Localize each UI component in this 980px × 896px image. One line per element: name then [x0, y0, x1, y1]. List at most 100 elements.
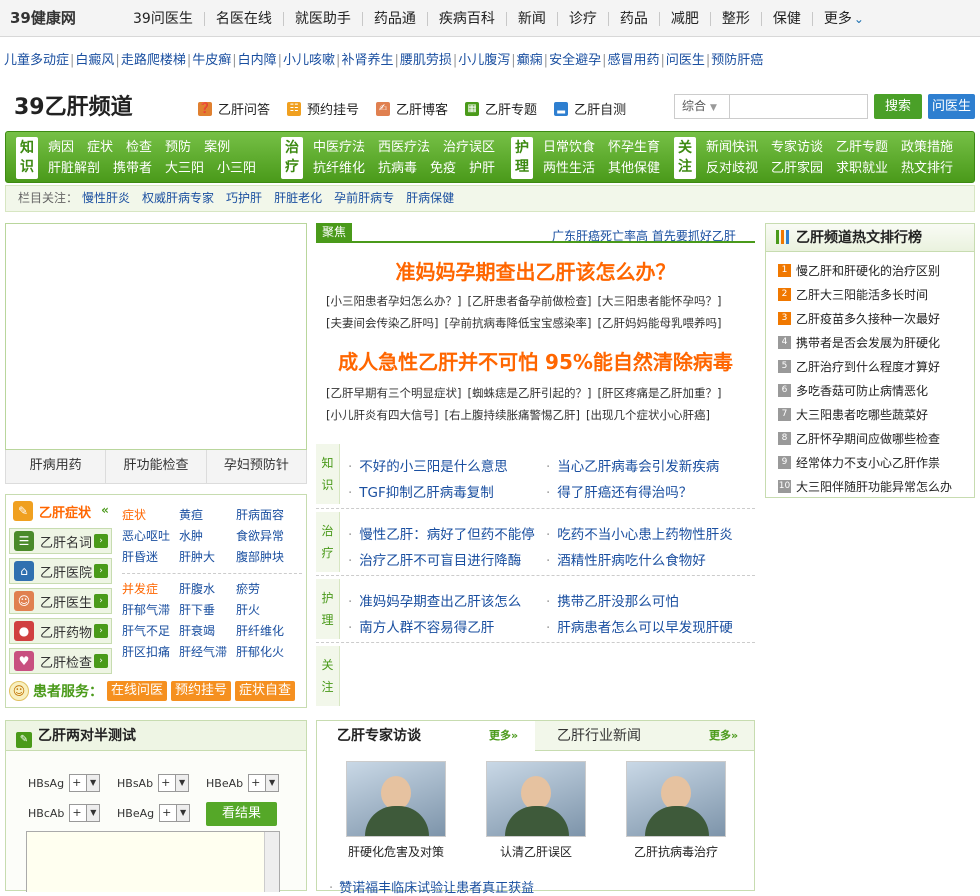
focus-link[interactable]: [右上腹持续胀痛警惕乙肝]	[445, 408, 581, 422]
focus-link[interactable]: [小儿肝炎有四大信号]	[326, 408, 439, 422]
keyword-link[interactable]: 牛皮癣	[192, 53, 231, 68]
symptom-link[interactable]: 黄疸	[179, 505, 236, 526]
expert-photo-card[interactable]: 认清乙肝误区	[485, 761, 587, 860]
symptom-link[interactable]: 肝衰竭	[179, 621, 236, 642]
nav-link[interactable]: 免疫	[430, 161, 456, 176]
test-field-select[interactable]: + ▼	[248, 774, 280, 792]
ranking-item[interactable]: 9 经常体力不支小心乙肝作祟	[778, 454, 940, 471]
focus-bar-link[interactable]: 肝病保健	[406, 191, 454, 205]
group-heading[interactable]: 症状	[122, 505, 179, 526]
keyword-link[interactable]: 感冒用药	[607, 53, 659, 68]
nav-link[interactable]: 政策措施	[901, 140, 953, 155]
topnav-item[interactable]: 减肥	[658, 11, 710, 26]
search-input[interactable]	[730, 94, 868, 119]
focus-bar-link[interactable]: 巧护肝	[226, 191, 262, 205]
nav-link[interactable]: 乙肝家园	[771, 161, 823, 176]
test-field-select[interactable]: + ▼	[69, 804, 101, 822]
nav-link[interactable]: 两性生活	[543, 161, 595, 176]
symptom-link[interactable]: 水肿	[179, 526, 236, 547]
focus-link[interactable]: [乙肝妈妈能母乳喂养吗]	[598, 316, 722, 330]
nav-link[interactable]: 检查	[126, 140, 152, 155]
keyword-link[interactable]: 预防肝癌	[711, 53, 763, 68]
textarea-scrollbar[interactable]	[264, 832, 279, 892]
search-button[interactable]: 搜索	[874, 94, 922, 119]
channel-link[interactable]: ☷ 预约挂号	[287, 99, 359, 118]
nav-link[interactable]: 专家访谈	[771, 140, 823, 155]
nav-link[interactable]: 预防	[165, 140, 191, 155]
side-menu-item[interactable]: ● 乙肝药物 ›	[9, 618, 112, 644]
side-menu-item[interactable]: ✎ 乙肝症状 «	[9, 498, 112, 524]
focus-link[interactable]: [大三阳患者能怀孕吗？]	[598, 294, 722, 308]
expert-photo-card[interactable]: 肝硬化危害及对策	[345, 761, 447, 860]
keyword-link[interactable]: 小儿咳嗽	[283, 53, 335, 68]
channel-link[interactable]: ❓ 乙肝问答	[198, 99, 270, 118]
category-news-link[interactable]: · 吃药不当小心患上药物性肝炎	[546, 523, 733, 543]
symptom-link[interactable]: 肝腹水	[179, 579, 236, 600]
keyword-link[interactable]: 儿童多动症	[4, 53, 69, 68]
nav-link[interactable]: 病因	[48, 140, 74, 155]
channel-logo[interactable]: 39乙肝频道	[10, 86, 133, 124]
nav-link[interactable]: 大三阳	[165, 161, 204, 176]
topnav-item[interactable]: 保健	[760, 11, 812, 26]
topnav-item[interactable]: 名医在线	[203, 11, 283, 26]
patient-service-button[interactable]: 预约挂号	[171, 681, 232, 701]
keyword-link[interactable]: 腰肌劳损	[400, 53, 452, 68]
topnav-item[interactable]: 诊疗	[556, 11, 608, 26]
nav-link[interactable]: 肝脏解剖	[48, 161, 100, 176]
symptom-link[interactable]: 肝郁气滞	[122, 600, 179, 621]
category-news-link[interactable]: · 当心乙肝病毒会引发新疾病	[546, 455, 719, 475]
patient-service-button[interactable]: 症状自查	[235, 681, 296, 701]
nav-link[interactable]: 中医疗法	[313, 140, 365, 155]
image-tab[interactable]: 孕妇预防针	[205, 450, 306, 483]
keyword-link[interactable]: 问医生	[666, 53, 705, 68]
expert-photo-card[interactable]: 乙肝抗病毒治疗	[625, 761, 727, 860]
ask-doctor-button[interactable]: 问医生	[928, 94, 975, 119]
nav-link[interactable]: 日常饮食	[543, 140, 595, 155]
focus-link[interactable]: [乙肝早期有三个明显症状]	[326, 386, 462, 400]
side-menu-item[interactable]: ☺ 乙肝医生 ›	[9, 588, 112, 614]
nav-link[interactable]: 其他保健	[608, 161, 660, 176]
ranking-item[interactable]: 10 大三阳伴随肝功能异常怎么办	[778, 478, 952, 495]
focus-link[interactable]: [出现几个症状小心肝癌]	[586, 408, 710, 422]
ranking-item[interactable]: 1 慢乙肝和肝硬化的治疗区别	[778, 262, 940, 279]
focus-bar-link[interactable]: 肝脏老化	[274, 191, 322, 205]
focus-headline-1[interactable]: 准妈妈孕期查出乙肝该怎么办？	[316, 256, 755, 285]
ranking-item[interactable]: 7 大三阳患者吃哪些蔬菜好	[778, 406, 928, 423]
topnav-item[interactable]: 疾病百科	[426, 11, 506, 26]
focus-link[interactable]: [肝区疼痛是乙肝加重？]	[598, 386, 722, 400]
category-news-link[interactable]: · 酒精性肝病吃什么食物好	[546, 549, 706, 569]
search-category-select[interactable]: 综合 ▼	[674, 94, 730, 119]
symptom-link[interactable]: 腹部肿块	[236, 547, 302, 568]
nav-link[interactable]: 热文排行	[901, 161, 953, 176]
more-link[interactable]: 更多»	[489, 721, 518, 751]
nav-link[interactable]: 小三阳	[217, 161, 256, 176]
topnav-item[interactable]: 新闻	[505, 11, 557, 26]
focus-bar-link[interactable]: 孕前肝病专	[334, 191, 394, 205]
topnav-item[interactable]: 整形	[709, 11, 761, 26]
nav-link[interactable]: 求职就业	[836, 161, 888, 176]
category-news-link[interactable]: · TGF抑制乙肝病毒复制	[348, 481, 494, 501]
channel-link[interactable]: ▂ 乙肝自测	[554, 99, 626, 118]
more-link[interactable]: 更多»	[709, 721, 738, 751]
topnav-item[interactable]: 39问医生	[122, 12, 204, 26]
side-menu-item[interactable]: ⌂ 乙肝医院 ›	[9, 558, 112, 584]
keyword-link[interactable]: 小儿腹泻	[458, 53, 510, 68]
nav-link[interactable]: 西医疗法	[378, 140, 430, 155]
expert-bottom-link[interactable]: · 赞诺福丰临床试验让患者真正获益	[329, 877, 534, 896]
category-news-link[interactable]: · 得了肝癌还有得治吗？	[546, 481, 692, 501]
nav-link[interactable]: 护肝	[469, 161, 495, 176]
nav-link[interactable]: 症状	[87, 140, 113, 155]
symptom-link[interactable]: 恶心呕吐	[122, 526, 179, 547]
symptom-link[interactable]: 食欲异常	[236, 526, 302, 547]
focus-headline-link[interactable]: 广东肝癌死亡率高 首先要抓好乙肝	[552, 227, 736, 244]
focus-link[interactable]: [小三阳患者孕妇怎么办？]	[326, 294, 462, 308]
category-news-link[interactable]: · 慢性乙肝：病好了但药不能停	[348, 523, 535, 543]
featured-image-slider[interactable]	[5, 223, 307, 450]
patient-service-button[interactable]: 在线问医	[107, 681, 168, 701]
nav-link[interactable]: 怀孕生育	[608, 140, 660, 155]
topnav-more-button[interactable]: 更多 ⌄	[811, 11, 875, 26]
keyword-link[interactable]: 走路爬楼梯	[121, 53, 186, 68]
keyword-link[interactable]: 癫痫	[517, 53, 543, 68]
category-news-link[interactable]: · 携带乙肝没那么可怕	[546, 590, 679, 610]
category-news-link[interactable]: · 治疗乙肝不可盲目进行降酶	[348, 549, 521, 569]
